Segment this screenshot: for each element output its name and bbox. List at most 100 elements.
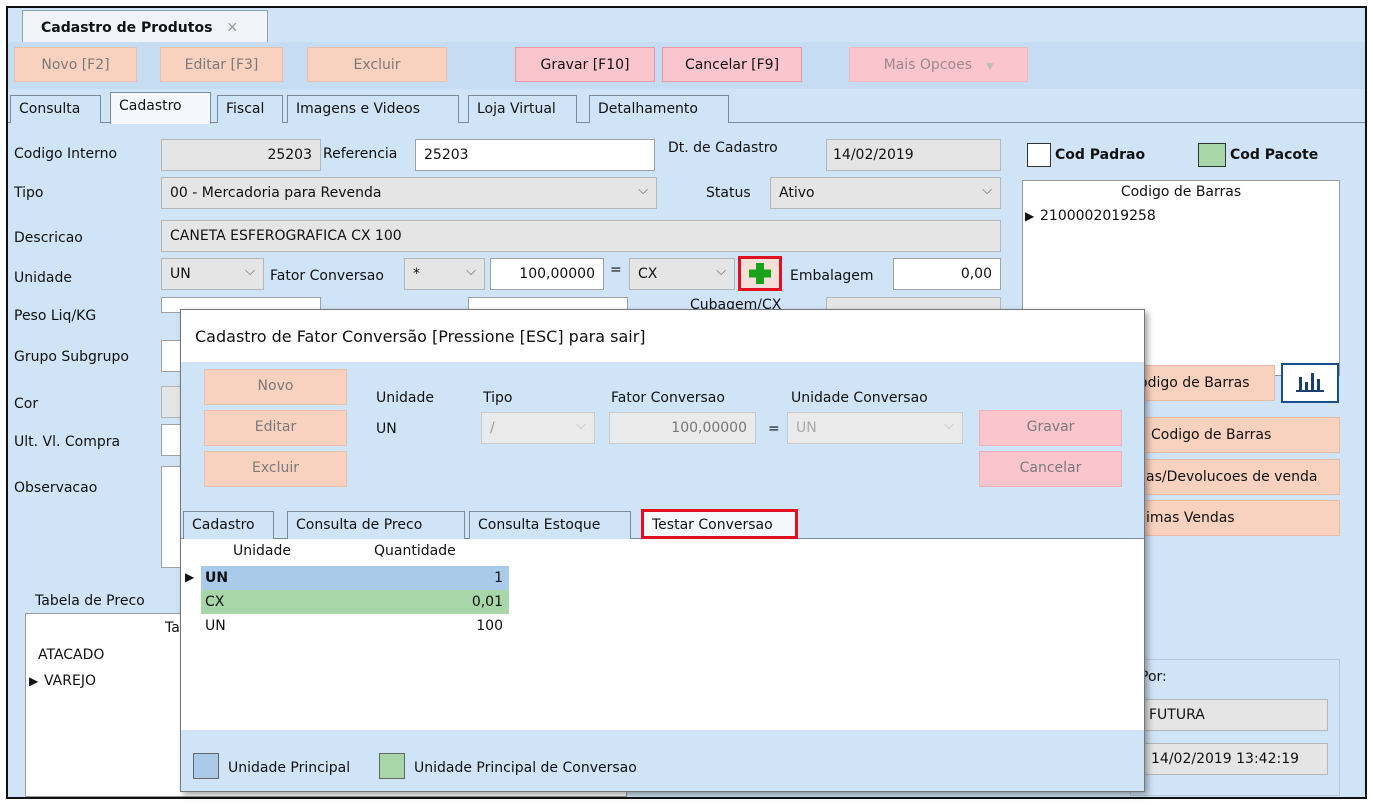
codigo-barras-button-2[interactable]: Codigo de Barras [1130,417,1340,453]
fator-op-value: * [413,266,420,282]
tipo-select-value: 00 - Mercadoria para Revenda [170,185,382,201]
add-fator-button[interactable] [738,256,782,291]
tab-loja-virtual[interactable]: Loja Virtual [468,95,577,123]
cod-pacote-swatch [1198,143,1226,167]
dialog-tab-consulta-estoque[interactable]: Consulta Estoque [469,511,631,539]
unidade-select[interactable]: UN ⌵ [161,258,264,290]
grupo-subgrupo-label: Grupo Subgrupo [14,349,129,365]
dialog-excluir-button[interactable]: Excluir [204,451,347,487]
barcode-header: Codigo de Barras [1120,184,1242,200]
dialog-unidade-conv-value: UN [796,420,817,436]
grid-cell-unidade: UN [205,570,229,586]
fator-op-select[interactable]: * ⌵ [404,258,485,290]
chevron-down-icon: ⌵ [638,183,648,198]
unidade-label: Unidade [14,270,72,286]
tab-cadastro[interactable]: Cadastro [110,92,211,124]
peso-label: Peso Liq/KG [14,308,97,324]
grid-cell-quantidade: 100 [476,618,503,634]
dialog-editar-button[interactable]: Editar [204,410,347,446]
dialog-novo-button[interactable]: Novo [204,369,347,405]
dt-cadastro-field[interactable]: 14/02/2019 [826,139,1001,171]
dialog-tipo-label: Tipo [483,390,513,406]
status-select[interactable]: Ativo ⌵ [770,177,1001,209]
tab-consulta[interactable]: Consulta [10,95,101,123]
descricao-field[interactable]: CANETA ESFEROGRAFICA CX 100 [161,220,1001,252]
status-label: Status [706,185,751,201]
mais-opcoes-label: Mais Opcoes [883,57,972,73]
list-item[interactable]: VAREJO [44,673,96,689]
document-tab[interactable]: Cadastro de Produtos ✕ [22,10,268,42]
row-pointer-icon: ▶ [185,570,195,584]
ultimas-vendas-button[interactable]: imas Vendas [1130,500,1340,536]
dialog-tipo-value: / [490,420,495,436]
tipo-label: Tipo [14,185,44,201]
dialog-cancelar-button[interactable]: Cancelar [979,451,1122,487]
referencia-field[interactable]: 25203 [415,139,655,171]
tab-detalhamento[interactable]: Detalhamento [589,95,729,123]
user-field: FUTURA [1140,699,1328,731]
dialog-equals-sign: = [768,421,780,437]
fator-conversao-dialog: Cadastro de Fator Conversão [Pressione [… [180,309,1145,792]
dialog-fator-label: Fator Conversao [611,390,725,406]
grid-header-quantidade: Quantidade [374,543,456,559]
legend-conversao-label: Unidade Principal de Conversao [414,760,637,776]
observacao-label: Observacao [14,480,98,496]
legend-principal-label: Unidade Principal [228,760,351,776]
tipo-select[interactable]: 00 - Mercadoria para Revenda ⌵ [161,177,657,209]
dialog-gravar-button[interactable]: Gravar [979,410,1122,446]
embalagem-label: Embalagem [790,268,874,284]
novo-button[interactable]: Novo [F2] [14,47,137,82]
tabela-column-header: Ta [165,620,180,636]
cor-label: Cor [14,396,39,412]
datetime-field: 14/02/2019 13:42:19 [1140,743,1328,775]
codigo-interno-label: Codigo Interno [14,146,118,162]
legend-conversao-swatch [379,753,405,779]
devolucoes-button[interactable]: as/Devolucoes de venda [1130,459,1340,495]
equals-sign: = [610,262,622,278]
dialog-title: Cadastro de Fator Conversão [Pressione [… [181,310,1144,362]
conversion-grid[interactable]: Unidade Quantidade ▶ UN 1 CX 0,01 UN 100 [181,539,511,643]
codigo-interno-field[interactable]: 25203 [161,139,321,171]
cancelar-button[interactable]: Cancelar [F9] [662,47,802,82]
fator-conversao-label: Fator Conversao [270,268,384,284]
cubagem-label: Cubagem/CX [690,297,782,309]
dialog-tab-testar-conversao[interactable]: Testar Conversao [641,509,798,539]
chevron-down-icon: ⌵ [245,264,255,279]
cod-pacote-label: Cod Pacote [1230,147,1319,163]
gravar-button[interactable]: Gravar [F10] [515,47,655,82]
tab-imagens-videos[interactable]: Imagens e Videos [287,95,459,123]
chart-icon [1296,373,1324,392]
fator-conversao-field[interactable]: 100,00000 [490,258,604,290]
chevron-down-icon: ⌵ [944,418,954,433]
conv-unit-select[interactable]: CX ⌵ [629,258,735,290]
dialog-unidade-conv-select[interactable]: UN ⌵ [787,412,963,444]
chevron-down-icon: ⌵ [716,264,726,279]
chevron-down-icon: ⌵ [576,418,586,433]
dialog-unidade-value: UN [376,421,397,437]
barcode-chart-button[interactable] [1281,363,1339,403]
dialog-unidade-label: Unidade [376,390,434,406]
row-pointer-icon: ▶ [1025,209,1035,223]
barcode-row[interactable]: 2100002019258 [1040,208,1156,224]
grid-cell-unidade: CX [205,594,225,610]
chevron-down-icon: ⌵ [982,183,992,198]
dialog-fator-field[interactable]: 100,00000 [609,412,756,444]
codigo-barras-button[interactable]: odigo de Barras [1130,365,1275,401]
excluir-button[interactable]: Excluir [307,47,447,82]
dt-cadastro-label: Dt. de Cadastro [668,140,778,156]
editar-button[interactable]: Editar [F3] [160,47,283,82]
close-icon[interactable]: ✕ [226,20,238,36]
grid-cell-unidade: UN [205,618,226,634]
dialog-unidade-conv-label: Unidade Conversao [791,390,928,406]
mais-opcoes-button[interactable]: Mais Opcoes ▼ [849,47,1028,82]
referencia-label: Referencia [323,146,398,162]
embalagem-field[interactable]: 0,00 [893,258,1001,290]
tab-fiscal[interactable]: Fiscal [217,95,283,123]
tabela-preco-label: Tabela de Preco [35,593,145,609]
cod-padrao-swatch [1027,143,1051,167]
dialog-tab-cadastro[interactable]: Cadastro [183,511,274,539]
list-item[interactable]: ATACADO [38,647,104,663]
dialog-tipo-select[interactable]: / ⌵ [481,412,595,444]
dialog-tab-consulta-preco[interactable]: Consulta de Preco [287,511,465,539]
dropdown-arrow-icon: ▼ [986,62,994,72]
